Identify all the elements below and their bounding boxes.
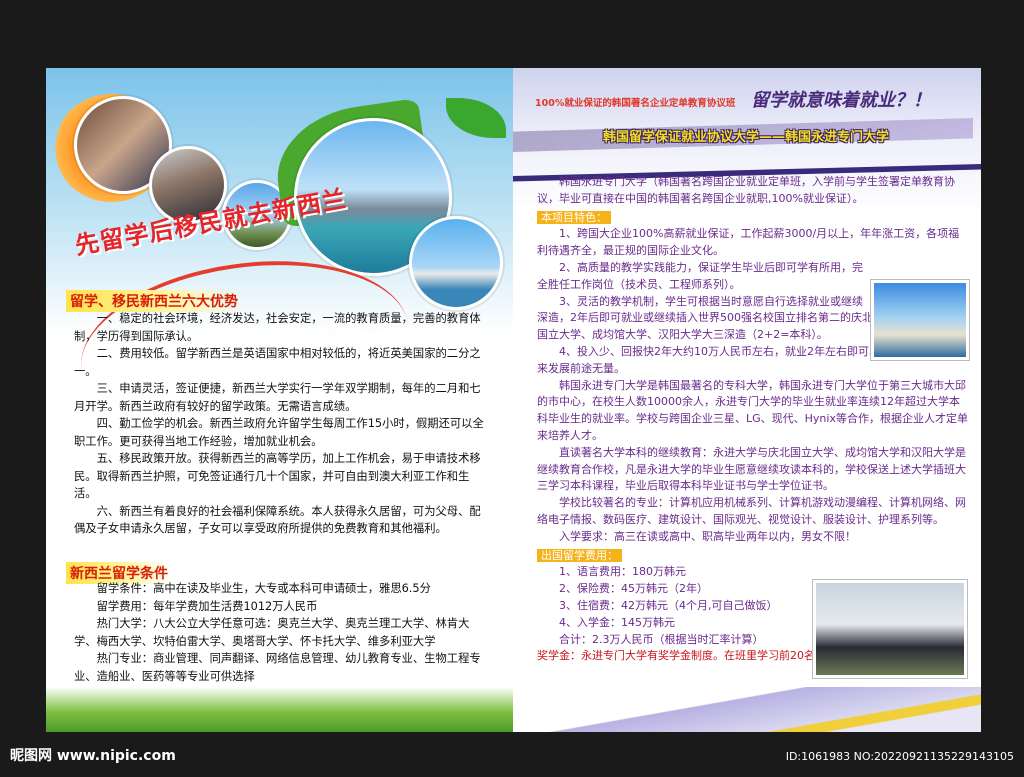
page-title: 韩国留学保证就业协议大学——韩国永进专门大学 — [603, 130, 890, 145]
banner-small: 100%就业保证的韩国著名企业定单教育协议班 — [535, 98, 736, 109]
features-title: 本项目特色： — [537, 210, 969, 227]
fee-1: 1、语言费用：180万韩元 — [559, 565, 686, 579]
intro-paragraph: 韩国永进专门大学（韩国著名跨国企业就业定单班，入学前与学生签署定单教育协议，毕业… — [537, 175, 955, 205]
body-paragraph-1: 韩国永进专门大学是韩国最著名的专科大学，韩国永进专门大学位于第三大城市大邱的市中… — [537, 378, 968, 442]
section2-body: 留学条件：高中在读及毕业生，大专或本科可申请硕士，雅思6.5分 留学费用：每年学… — [74, 580, 488, 685]
advantage-3: 三、申请灵活，签证便捷，新西兰大学实行一学年双学期制，每年的二月和七月开学。新西… — [74, 382, 481, 413]
body-paragraph-4: 入学要求：高三在读或高中、职高毕业两年以内，男女不限！ — [559, 529, 856, 543]
advantage-4: 四、勤工俭学的机会。新西兰政府允许留学生每周工作15小时，假期还可以全职工作。更… — [74, 417, 484, 448]
left-page: 先留学后移民就去新西兰 留学、移民新西兰六大优势 一、稳定的社会环境，经济发达，… — [46, 68, 513, 732]
advantage-6: 六、新西兰有着良好的社会福利保障系统。本人获得永久居留，可为父母、配偶及子女申请… — [74, 504, 481, 536]
opera-house-photo — [409, 216, 503, 310]
grass-footer-decoration — [46, 687, 513, 732]
graduation-photo — [813, 580, 967, 678]
feature-1: 1、跨国大企业100%高薪就业保证，工作起薪3000/月以上，年年涨工资，各项福… — [537, 227, 960, 258]
banner-big: 留学就意味着就业？！ — [751, 90, 931, 111]
advantage-5: 五、移民政策开放。获得新西兰的高等学历，加上工作机会，易于申请技术移民。取得新西… — [74, 452, 481, 500]
section1-body: 一、稳定的社会环境，经济发达，社会安定，一流的教育质量，完善的教育体制，学历得到… — [74, 310, 488, 538]
advantage-2: 二、费用较低。留学新西兰是英语国家中相对较低的，将近英美国家的二分之一。 — [74, 347, 481, 378]
purple-footer-decoration — [513, 687, 981, 732]
section1-title: 留学、移民新西兰六大优势 — [66, 290, 242, 312]
body-paragraph-2: 直读著名大学本科的继续教育：永进大学与庆北国立大学、成均馆大学和汉阳大学是继续教… — [537, 445, 966, 493]
condition-1: 留学条件：高中在读及毕业生，大专或本科可申请硕士，雅思6.5分 — [96, 582, 431, 595]
advantage-1: 一、稳定的社会环境，经济发达，社会安定，一流的教育质量，完善的教育体制，学历得到… — [74, 312, 481, 343]
condition-4: 热门专业：商业管理、同声翻译、网络信息管理、幼儿教育专业、生物工程专业、造船业、… — [74, 652, 481, 683]
right-page: 100%就业保证的韩国著名企业定单教育协议班 留学就意味着就业？！ 韩国留学保证… — [513, 68, 981, 732]
green-accent-decoration — [446, 98, 506, 138]
condition-2: 留学费用：每年学费加生活费1012万人民币 — [96, 599, 318, 613]
watermark-id: ID:1061983 NO:20220921135229143105 — [785, 750, 1014, 763]
condition-3: 热门大学：八大公立大学任意可选：奥克兰大学、奥克兰理工大学、林肯大学、梅西大学、… — [74, 617, 470, 648]
fees-title: 出国留学费用： — [537, 548, 969, 565]
watermark-logo: 昵图网 www.nipic.com — [10, 748, 176, 764]
beach-photo — [871, 280, 969, 360]
body-paragraph-3: 学校比较著名的专业：计算机应用机械系列、计算机游戏动漫编程、计算机网络、网络电子… — [537, 496, 966, 526]
